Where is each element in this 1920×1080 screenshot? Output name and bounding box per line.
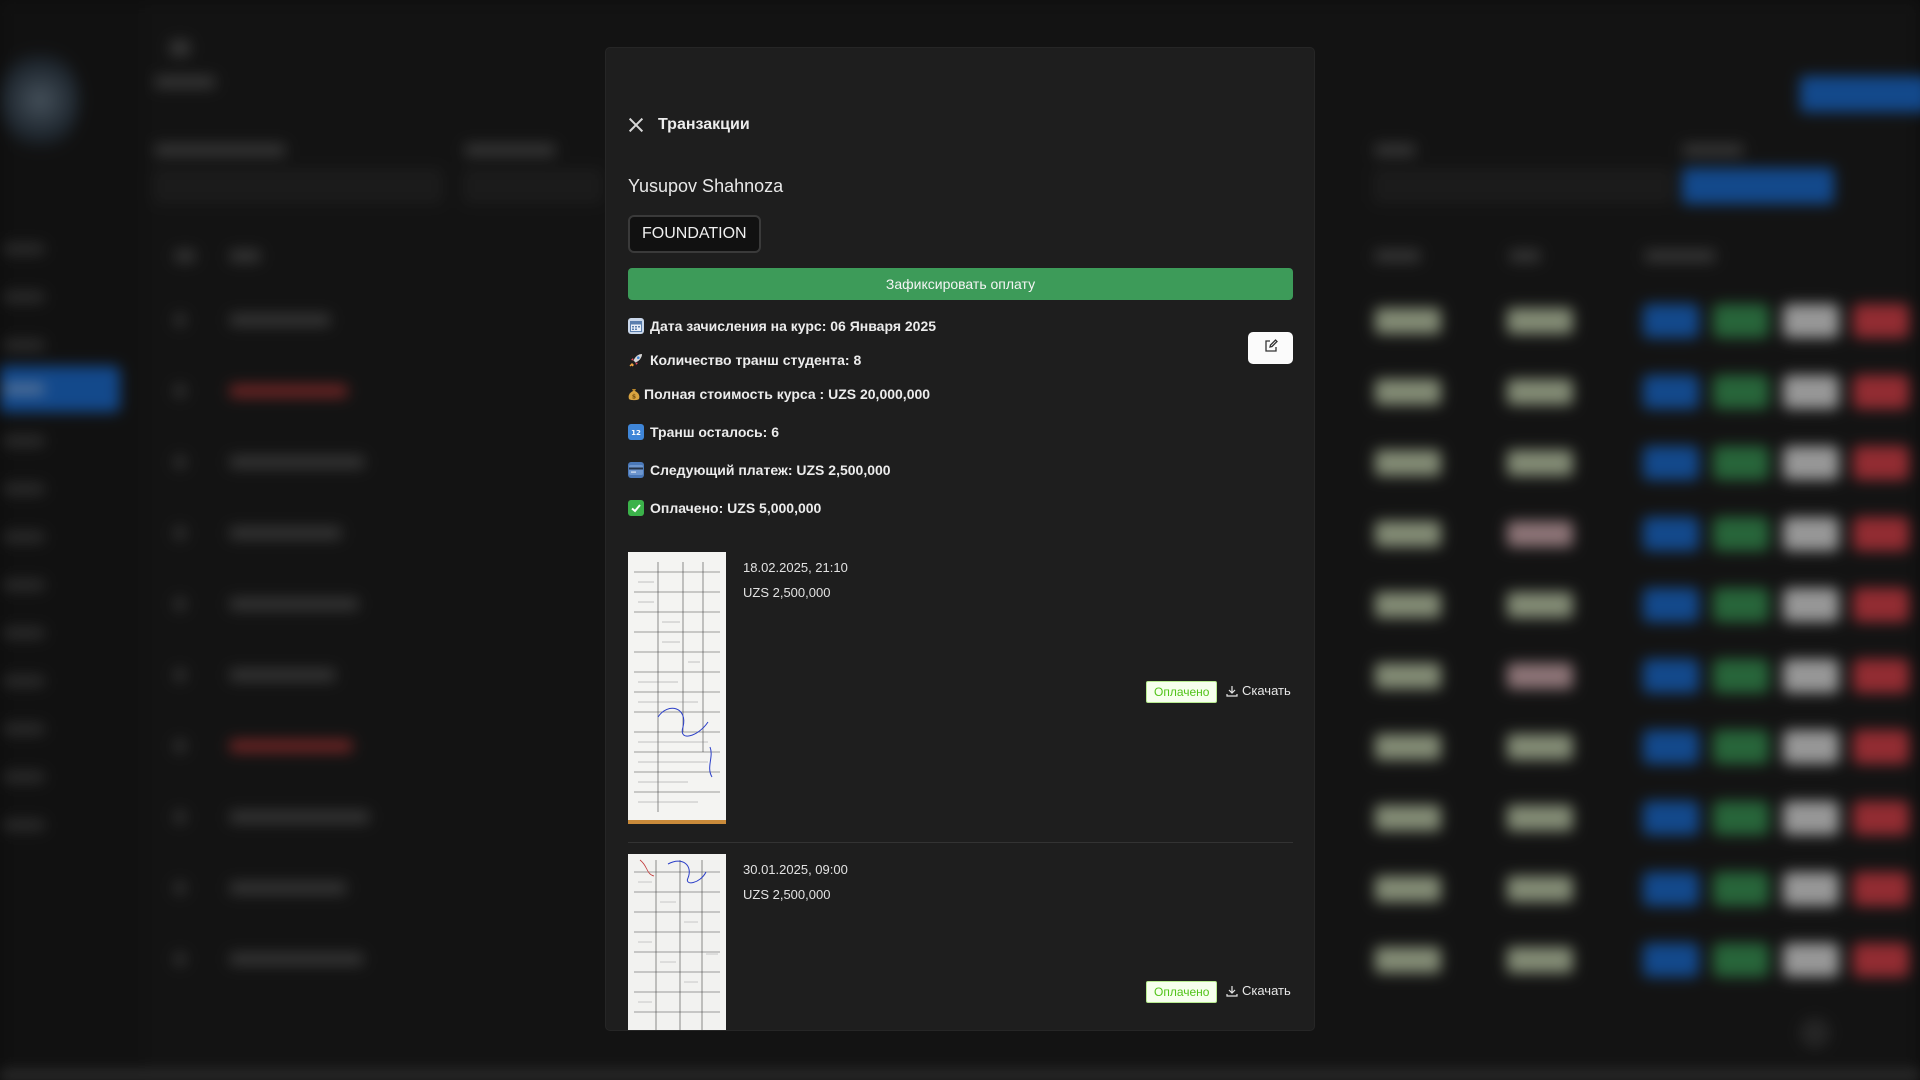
divider [628, 842, 1293, 843]
modal-title: Транзакции [658, 116, 750, 133]
transaction-amount: UZS 2,500,000 [743, 585, 831, 600]
receipt-thumbnail[interactable] [628, 552, 726, 824]
info-text: Оплачено: UZS 5,000,000 [650, 500, 822, 516]
student-name: Yusupov Shahnoza [628, 176, 784, 196]
course-tag: FOUNDATION [628, 215, 761, 253]
transaction-item: 30.01.2025, 09:00 UZS 2,500,000 Оплачено… [628, 854, 1293, 1030]
fix-payment-button[interactable]: Зафиксировать оплату [628, 268, 1293, 300]
edit-icon [1264, 338, 1278, 358]
status-badge: Оплачено [1146, 681, 1218, 703]
enrollment-date-row: Дата зачисления на курс: 06 Января 2025 [628, 318, 936, 334]
info-text: Следующий платеж: UZS 2,500,000 [650, 462, 891, 478]
transaction-date: 18.02.2025, 21:10 [743, 560, 848, 575]
check-icon [628, 500, 644, 516]
download-label: Скачать [1242, 983, 1291, 998]
download-label: Скачать [1242, 683, 1291, 698]
money-bag-icon: $ [628, 386, 640, 402]
transaction-amount: UZS 2,500,000 [743, 887, 831, 902]
tranche-count-row: Количество транш студента: 8 [628, 352, 861, 368]
download-icon [1226, 985, 1238, 997]
close-icon[interactable] [628, 117, 644, 133]
info-text: Транш осталось: 6 [650, 424, 779, 440]
course-cost-row: $ Полная стоимость курса : UZS 20,000,00… [628, 386, 930, 402]
svg-text:12: 12 [631, 429, 641, 437]
svg-text:$: $ [632, 394, 636, 401]
transaction-date: 30.01.2025, 09:00 [743, 862, 848, 877]
calendar-icon [628, 318, 644, 334]
info-text: Полная стоимость курса : UZS 20,000,000 [644, 386, 931, 402]
numbers-icon: 12 [628, 424, 644, 440]
modal-header: Транзакции [628, 114, 750, 136]
paid-row: Оплачено: UZS 5,000,000 [628, 500, 821, 516]
info-text: Количество транш студента: 8 [650, 352, 862, 368]
download-button[interactable]: Скачать [1226, 683, 1291, 698]
transaction-item: 18.02.2025, 21:10 UZS 2,500,000 Оплачено… [628, 552, 1293, 826]
tranches-left-row: 12 Транш осталось: 6 [628, 424, 779, 440]
download-icon [1226, 685, 1238, 697]
next-payment-row: Следующий платеж: UZS 2,500,000 [628, 462, 891, 478]
receipt-thumbnail[interactable] [628, 854, 726, 1030]
download-button[interactable]: Скачать [1226, 983, 1291, 998]
credit-card-icon [628, 462, 644, 478]
transactions-modal: Транзакции Yusupov Shahnoza FOUNDATION З… [606, 48, 1314, 1030]
info-text: Дата зачисления на курс: 06 Января 2025 [650, 318, 937, 334]
rocket-icon [628, 352, 644, 368]
status-badge: Оплачено [1146, 981, 1218, 1003]
edit-button[interactable] [1248, 332, 1293, 364]
